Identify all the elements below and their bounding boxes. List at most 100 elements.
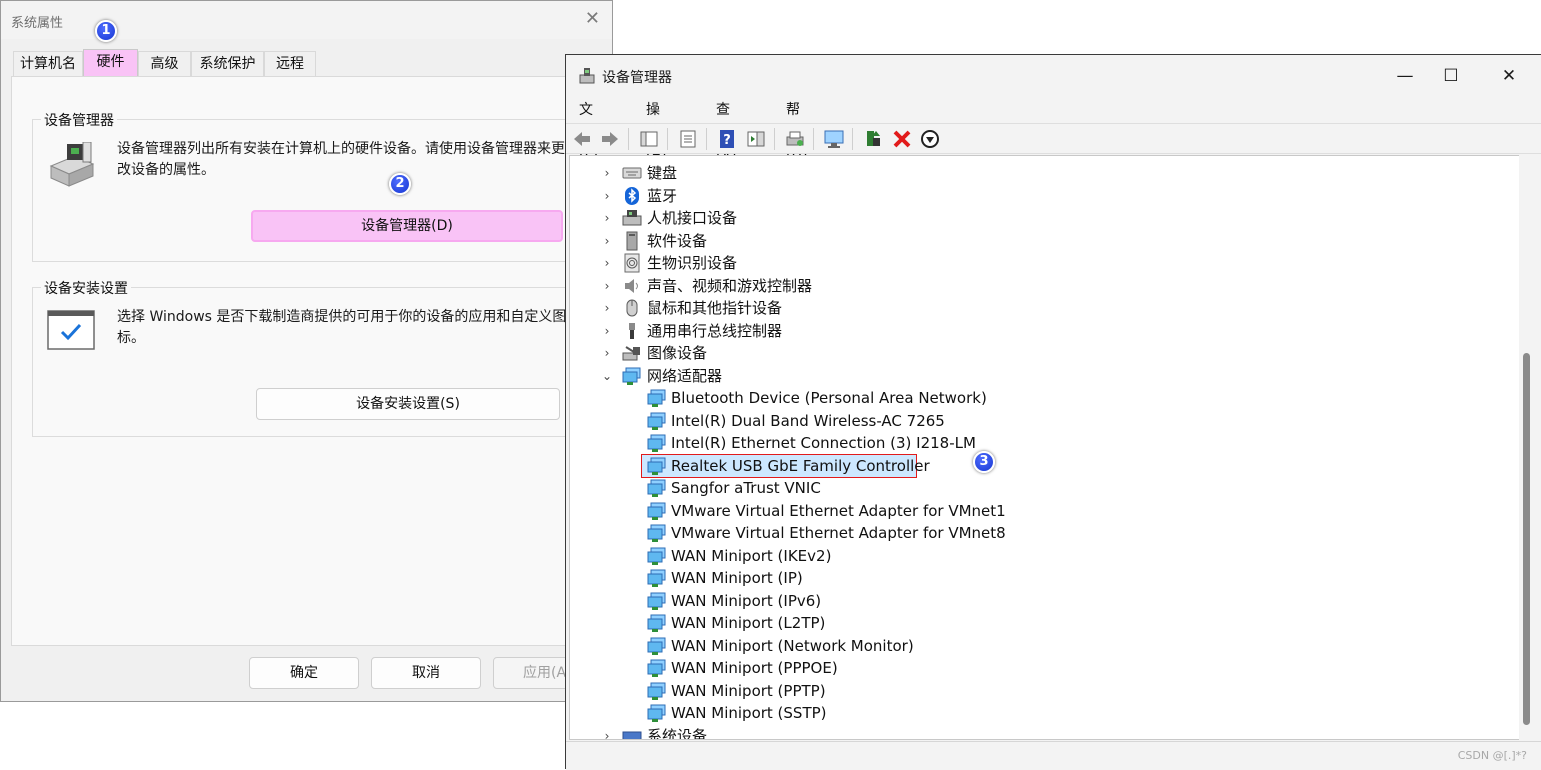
status-bar: CSDN @[.]*? <box>566 741 1541 770</box>
device-install-description: 选择 Windows 是否下载制造商提供的可用于你的设备的应用和自定义图标。 <box>117 309 567 346</box>
chevron-right-icon[interactable]: › <box>601 162 613 184</box>
svg-text:?: ? <box>723 133 731 148</box>
network-adapter-item[interactable]: Intel(R) Dual Band Wireless-AC 7265 <box>570 410 1510 432</box>
network-adapter-icon <box>647 704 666 722</box>
tree-node[interactable]: › 生物识别设备 <box>570 252 1510 274</box>
network-adapter-item[interactable]: WAN Miniport (L2TP) <box>570 612 1510 634</box>
minimize-icon[interactable]: — <box>1382 61 1428 91</box>
network-adapter-item[interactable]: WAN Miniport (PPTP) <box>570 680 1510 702</box>
tree-node[interactable]: › 人机接口设备 <box>570 207 1510 229</box>
tree-node-label: 生物识别设备 <box>647 254 738 272</box>
chevron-right-icon[interactable]: › <box>601 185 613 207</box>
tree-node[interactable]: › 蓝牙 <box>570 185 1510 207</box>
toolbar: ? <box>566 123 1541 154</box>
tab-hardware[interactable]: 硬件 <box>83 49 138 76</box>
network-adapter-item[interactable]: Realtek USB GbE Family Controller <box>570 455 1510 477</box>
scrollbar-thumb[interactable] <box>1523 353 1530 725</box>
network-adapter-item[interactable]: Intel(R) Ethernet Connection (3) I218-LM <box>570 432 1510 454</box>
network-adapter-icon <box>647 614 666 632</box>
network-adapter-item[interactable]: WAN Miniport (PPPOE) <box>570 657 1510 679</box>
chevron-right-icon[interactable]: › <box>601 252 613 274</box>
network-adapter-icon <box>647 389 666 407</box>
tree-node[interactable]: › 通用串行总线控制器 <box>570 320 1510 342</box>
network-adapter-item[interactable]: WAN Miniport (IKEv2) <box>570 545 1510 567</box>
close-icon[interactable]: ✕ <box>1486 61 1532 91</box>
network-adapter-icon <box>647 547 666 565</box>
network-adapter-icon <box>647 637 666 655</box>
network-adapter-item[interactable]: VMware Virtual Ethernet Adapter for VMne… <box>570 500 1510 522</box>
network-adapter-item[interactable]: WAN Miniport (SSTP) <box>570 702 1510 724</box>
chevron-right-icon[interactable]: › <box>601 320 613 342</box>
update-driver-icon[interactable] <box>862 128 884 150</box>
tab-computer-name[interactable]: 计算机名 <box>13 51 83 76</box>
bluetooth-icon <box>625 186 639 205</box>
network-adapter-icon <box>647 434 666 452</box>
sysprop-titlebar[interactable]: 系统属性 ✕ <box>1 1 612 39</box>
toolbar-separator <box>813 128 814 150</box>
toolbar-separator <box>706 128 707 150</box>
tab-remote[interactable]: 远程 <box>264 51 316 76</box>
disable-device-icon[interactable] <box>919 128 941 150</box>
chevron-down-icon[interactable]: ⌄ <box>601 365 613 387</box>
network-adapter-item[interactable]: WAN Miniport (IP) <box>570 567 1510 589</box>
back-arrow-icon[interactable] <box>571 128 593 150</box>
device-manager-window: 设备管理器 — ☐ ✕ 文件(F) 操作(A) 查看(V) 帮助(H) ? ›键… <box>565 54 1541 770</box>
chevron-right-icon[interactable]: › <box>601 342 613 364</box>
ok-button[interactable]: 确定 <box>249 657 359 689</box>
network-adapter-item[interactable]: Sangfor aTrust VNIC <box>570 477 1510 499</box>
tree-node[interactable]: › 键盘 <box>570 162 1510 184</box>
tree-node[interactable]: › 图像设备 <box>570 342 1510 364</box>
network-adapter-item[interactable]: Bluetooth Device (Personal Area Network) <box>570 387 1510 409</box>
help-icon[interactable]: ? <box>716 128 738 150</box>
tree-node[interactable]: › 软件设备 <box>570 230 1510 252</box>
device-manager-button[interactable]: 设备管理器(D) <box>251 210 563 242</box>
tab-system-protection[interactable]: 系统保护 <box>191 51 264 76</box>
network-adapter-label: WAN Miniport (IKEv2) <box>671 546 832 565</box>
network-adapter-label: Intel(R) Dual Band Wireless-AC 7265 <box>671 411 945 430</box>
network-adapter-icon <box>647 659 666 677</box>
print-icon[interactable] <box>784 128 806 150</box>
vertical-scrollbar[interactable] <box>1519 155 1533 740</box>
network-adapter-item[interactable]: WAN Miniport (IPv6) <box>570 590 1510 612</box>
tree-node-label: 图像设备 <box>647 344 708 362</box>
toolbar-separator <box>852 128 853 150</box>
hid-icon <box>622 210 642 226</box>
maximize-icon[interactable]: ☐ <box>1428 61 1474 91</box>
tree-node[interactable]: ⌄ 网络适配器 <box>570 365 1510 387</box>
network-adapter-item[interactable]: WAN Miniport (Network Monitor) <box>570 635 1510 657</box>
software-device-icon <box>626 231 638 250</box>
tree-node[interactable]: › 鼠标和其他指针设备 <box>570 297 1510 319</box>
device-install-settings-button[interactable]: 设备安装设置(S) <box>256 388 560 420</box>
close-icon[interactable]: ✕ <box>585 9 600 29</box>
system-properties-window: 系统属性 ✕ 计算机名 硬件 高级 系统保护 远程 设备管理器 设备管理器列出所… <box>0 0 613 702</box>
network-adapter-label: WAN Miniport (PPPOE) <box>671 659 838 677</box>
step-marker-1: 1 <box>95 20 117 42</box>
tree-node-label: 通用串行总线控制器 <box>647 321 783 340</box>
network-adapter-label: WAN Miniport (IPv6) <box>671 591 822 610</box>
chevron-right-icon[interactable]: › <box>601 230 613 252</box>
tree-node[interactable]: › 系统设备 <box>570 725 1510 740</box>
scan-hardware-icon[interactable] <box>823 128 845 150</box>
chevron-right-icon[interactable]: › <box>601 297 613 319</box>
network-adapter-icon <box>647 569 666 587</box>
device-manager-icon <box>579 68 595 84</box>
cancel-button[interactable]: 取消 <box>371 657 481 689</box>
action-pane-icon[interactable] <box>745 128 767 150</box>
device-manager-group: 设备管理器 设备管理器列出所有安装在计算机上的硬件设备。请使用设备管理器来更改设… <box>32 110 587 262</box>
properties-icon[interactable] <box>677 128 699 150</box>
console-tree-icon[interactable] <box>638 128 660 150</box>
chevron-right-icon[interactable]: › <box>601 725 613 740</box>
toolbar-separator <box>774 128 775 150</box>
checkbox-window-icon <box>47 310 95 350</box>
chevron-right-icon[interactable]: › <box>601 275 613 297</box>
tree-node[interactable]: › 声音、视频和游戏控制器 <box>570 275 1510 297</box>
tab-advanced[interactable]: 高级 <box>138 51 191 76</box>
network-adapter-icon <box>622 367 641 385</box>
network-adapter-item[interactable]: VMware Virtual Ethernet Adapter for VMne… <box>570 522 1510 544</box>
uninstall-icon[interactable] <box>891 128 913 150</box>
forward-arrow-icon[interactable] <box>599 128 621 150</box>
network-adapter-label: VMware Virtual Ethernet Adapter for VMne… <box>671 524 1006 542</box>
chevron-right-icon[interactable]: › <box>601 207 613 229</box>
step-marker-2: 2 <box>389 173 411 195</box>
tree-node-label: 人机接口设备 <box>647 209 738 227</box>
